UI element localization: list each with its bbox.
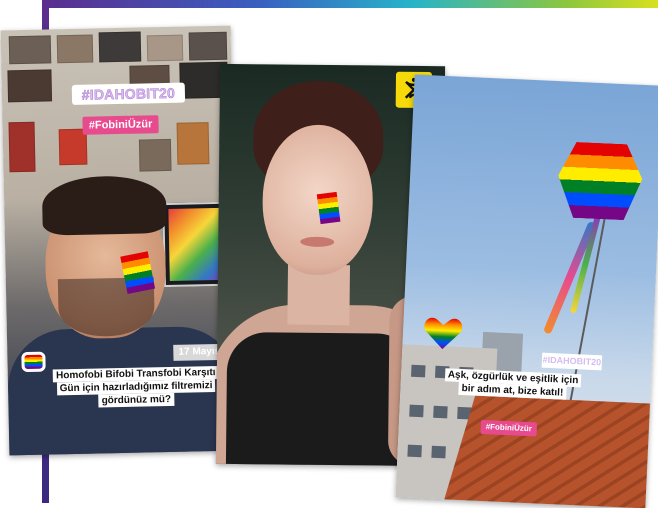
decorative-frame-top [42,0,658,8]
wall-photo [176,122,210,165]
wall-photo [138,138,172,172]
rainbow-heart-icon [424,317,463,350]
pink-hashtag-sticker: #FobiniÜzür [82,115,159,135]
wall-photo [98,31,142,63]
person-hair [41,175,167,236]
rainbow-flag-glyph [24,354,43,370]
wall-photo [8,35,52,65]
hashtag-sticker: #IDAHOBIT20 [541,352,603,371]
tiled-roof [439,395,658,508]
pink-hashtag-sticker: #FobiniÜzür [480,419,538,437]
wall-photo [146,34,184,62]
caption-line: gördünüz mü? [98,392,175,408]
hashtag-sticker: #IDAHOBIT20 [71,82,186,105]
window [409,404,424,418]
story-caption: Homofobi Bifobi Transfobi Karşıtı Gün iç… [38,365,235,409]
wall-photo [56,34,94,64]
window [407,444,422,458]
window [433,405,448,419]
story-card-1: #IDAHOBIT20 #FobiniÜzür 17 Mayıs Homofob… [0,25,240,456]
rainbow-kite [556,141,643,221]
window [431,445,446,459]
rainbow-face-flag [316,191,341,225]
wall-photo [7,69,53,103]
person-lips [300,236,335,248]
story-card-3: #IDAHOBIT20 Aşk, özgürlük ve eşitlik içi… [395,74,658,508]
wall-photo [188,31,228,61]
wall-photo [8,121,36,173]
